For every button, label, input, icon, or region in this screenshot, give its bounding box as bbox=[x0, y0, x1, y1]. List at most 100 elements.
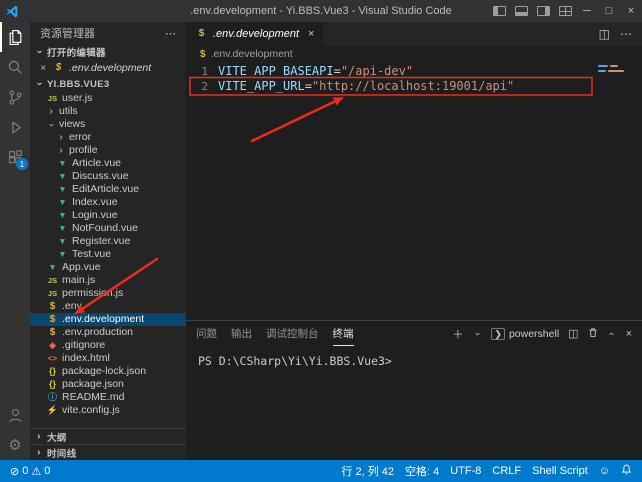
project-section-header[interactable]: › YI.BBS.VUE3 bbox=[30, 76, 186, 92]
tab-label: .env.development bbox=[213, 28, 299, 40]
encoding-setting[interactable]: UTF-8 bbox=[450, 465, 481, 477]
outline-section[interactable]: › 大纲 bbox=[30, 428, 186, 444]
tree-item-EditArticle.vue[interactable]: ▼EditArticle.vue bbox=[30, 183, 186, 196]
tree-item-views[interactable]: ›views bbox=[30, 118, 186, 131]
kill-terminal-icon[interactable] bbox=[588, 327, 598, 341]
more-actions-icon[interactable]: ⋯ bbox=[165, 27, 176, 40]
split-terminal-icon[interactable]: ◫ bbox=[568, 327, 578, 340]
tree-item-Test.vue[interactable]: ▼Test.vue bbox=[30, 248, 186, 261]
env-file-icon: $ bbox=[195, 29, 208, 39]
code-line-2[interactable]: 2VITE_APP_URL="http://localhost:19001/ap… bbox=[186, 79, 642, 94]
vue-file-icon: ▼ bbox=[56, 185, 69, 194]
vue-file-icon: ▼ bbox=[56, 250, 69, 259]
panel-tab-终端[interactable]: 终端 bbox=[333, 321, 354, 346]
code-lines: 1VITE_APP_BASEAPI="/api-dev"2VITE_APP_UR… bbox=[186, 64, 642, 94]
close-icon[interactable]: × bbox=[38, 63, 48, 74]
terminal-shell-selector[interactable]: ❯ powershell bbox=[491, 328, 559, 340]
cursor-position[interactable]: 行 2, 列 42 bbox=[341, 463, 394, 479]
tree-item-Discuss.vue[interactable]: ▼Discuss.vue bbox=[30, 170, 186, 183]
tree-item-vite.config.js[interactable]: ⚡vite.config.js bbox=[30, 404, 186, 417]
account-icon[interactable] bbox=[0, 400, 30, 430]
tree-item-Index.vue[interactable]: ▼Index.vue bbox=[30, 196, 186, 209]
tree-item-utils[interactable]: ›utils bbox=[30, 105, 186, 118]
close-tab-icon[interactable]: × bbox=[308, 28, 314, 40]
open-editors-header[interactable]: › 打开的编辑器 bbox=[30, 44, 186, 60]
code-editor[interactable]: 1VITE_APP_BASEAPI="/api-dev"2VITE_APP_UR… bbox=[186, 62, 642, 320]
editor-group: $ .env.development × ◫ ⋯ $ .env.developm… bbox=[186, 22, 642, 460]
indentation-setting[interactable]: 空格: 4 bbox=[405, 463, 439, 479]
chevron-down-icon[interactable]: › bbox=[472, 329, 482, 339]
extensions-badge: 1 bbox=[16, 158, 28, 170]
toggle-panel-icon[interactable] bbox=[510, 0, 532, 22]
tree-item-main.js[interactable]: JSmain.js bbox=[30, 274, 186, 287]
vue-file-icon: ▼ bbox=[46, 263, 59, 272]
tree-item-label: Login.vue bbox=[72, 209, 118, 222]
source-control-icon[interactable] bbox=[0, 82, 30, 112]
tree-item-Login.vue[interactable]: ▼Login.vue bbox=[30, 209, 186, 222]
maximize-panel-icon[interactable]: › bbox=[607, 329, 617, 339]
minimap[interactable] bbox=[598, 65, 638, 75]
open-editor-item[interactable]: × $ .env.development bbox=[30, 60, 186, 76]
open-editor-label: .env.development bbox=[69, 62, 151, 74]
tree-item-Article.vue[interactable]: ▼Article.vue bbox=[30, 157, 186, 170]
breadcrumb[interactable]: $ .env.development bbox=[186, 46, 642, 62]
search-icon[interactable] bbox=[0, 52, 30, 82]
code-line-1[interactable]: 1VITE_APP_BASEAPI="/api-dev" bbox=[186, 64, 642, 79]
language-mode[interactable]: Shell Script bbox=[532, 465, 588, 477]
terminal[interactable]: PS D:\CSharp\Yi\Yi.BBS.Vue3> bbox=[186, 346, 642, 368]
notifications-bell-icon[interactable] bbox=[621, 464, 632, 478]
run-debug-icon[interactable] bbox=[0, 112, 30, 142]
timeline-label: 时间线 bbox=[47, 446, 76, 460]
tree-item-index.html[interactable]: <>index.html bbox=[30, 352, 186, 365]
tree-item-label: EditArticle.vue bbox=[72, 183, 139, 196]
tree-item-label: package.json bbox=[62, 378, 124, 391]
env-file-icon: $ bbox=[46, 328, 59, 338]
tree-item-App.vue[interactable]: ▼App.vue bbox=[30, 261, 186, 274]
tree-item-package.json[interactable]: {}package.json bbox=[30, 378, 186, 391]
panel-tab-问题[interactable]: 问题 bbox=[196, 321, 217, 346]
tree-item-profile[interactable]: ›profile bbox=[30, 144, 186, 157]
activity-bar: 1 ⚙ bbox=[0, 22, 30, 460]
split-editor-icon[interactable]: ◫ bbox=[599, 27, 610, 41]
sidebar-bottom-sections: › 大纲 › 时间线 bbox=[30, 428, 186, 460]
tree-item-.gitignore[interactable]: ◆.gitignore bbox=[30, 339, 186, 352]
problems-indicator[interactable]: ⊘ 0 ⚠ 0 bbox=[10, 465, 50, 478]
vite-file-icon: ⚡ bbox=[46, 406, 59, 415]
error-icon: ⊘ bbox=[10, 465, 19, 478]
minimize-button[interactable]: ─ bbox=[576, 0, 598, 22]
close-window-button[interactable]: × bbox=[620, 0, 642, 22]
eol-setting[interactable]: CRLF bbox=[492, 465, 521, 477]
tab-env-development[interactable]: $ .env.development × bbox=[186, 22, 323, 46]
env-key-token: VITE_APP_URL bbox=[218, 79, 305, 94]
status-bar: ⊘ 0 ⚠ 0 行 2, 列 42 空格: 4 UTF-8 CRLF Shell… bbox=[0, 460, 642, 482]
feedback-smiley-icon[interactable]: ☺ bbox=[599, 465, 610, 477]
new-terminal-icon[interactable]: ＋ bbox=[452, 326, 463, 342]
editor-more-actions-icon[interactable]: ⋯ bbox=[620, 27, 632, 41]
tree-item-permission.js[interactable]: JSpermission.js bbox=[30, 287, 186, 300]
panel-tab-输出[interactable]: 输出 bbox=[231, 321, 252, 346]
close-panel-icon[interactable]: × bbox=[626, 328, 632, 340]
tree-item-package-lock.json[interactable]: {}package-lock.json bbox=[30, 365, 186, 378]
chevron-down-icon: › bbox=[46, 120, 56, 130]
panel-header: 问题输出调试控制台终端 ＋ › ❯ powershell ◫ › × bbox=[186, 321, 642, 346]
tree-item-label: index.html bbox=[62, 352, 110, 365]
tree-item-.env[interactable]: $.env bbox=[30, 300, 186, 313]
tree-item-label: NotFound.vue bbox=[72, 222, 138, 235]
tree-item-.env.development[interactable]: $.env.development bbox=[30, 313, 186, 326]
extensions-icon[interactable]: 1 bbox=[0, 142, 30, 172]
tree-item-.env.production[interactable]: $.env.production bbox=[30, 326, 186, 339]
tree-item-user.js[interactable]: JSuser.js bbox=[30, 92, 186, 105]
tree-item-README.md[interactable]: ⓘREADME.md bbox=[30, 391, 186, 404]
customize-layout-icon[interactable] bbox=[554, 0, 576, 22]
tree-item-label: .env bbox=[62, 300, 82, 313]
tree-item-NotFound.vue[interactable]: ▼NotFound.vue bbox=[30, 222, 186, 235]
timeline-section[interactable]: › 时间线 bbox=[30, 444, 186, 460]
tree-item-error[interactable]: ›error bbox=[30, 131, 186, 144]
toggle-secondary-sidebar-icon[interactable] bbox=[532, 0, 554, 22]
maximize-button[interactable]: □ bbox=[598, 0, 620, 22]
panel-tab-调试控制台[interactable]: 调试控制台 bbox=[266, 321, 319, 346]
explorer-icon[interactable] bbox=[0, 22, 30, 52]
tree-item-Register.vue[interactable]: ▼Register.vue bbox=[30, 235, 186, 248]
settings-gear-icon[interactable]: ⚙ bbox=[0, 430, 30, 460]
toggle-primary-sidebar-icon[interactable] bbox=[488, 0, 510, 22]
